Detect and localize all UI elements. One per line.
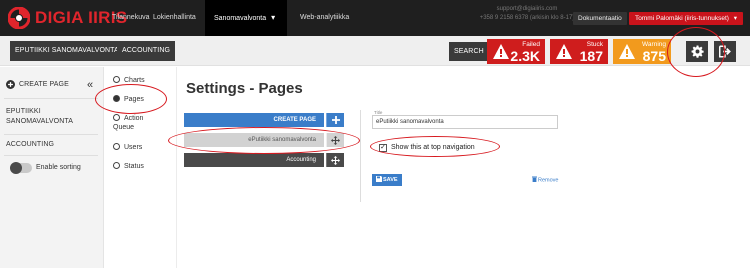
title-input[interactable]: ePutiikki sanomavalvonta	[372, 115, 558, 129]
radio-icon	[113, 143, 120, 150]
trash-icon	[532, 176, 537, 182]
support-info: support@digiaiiris.com +358 9 2158 6378 …	[470, 5, 584, 23]
sidebar-item-accounting[interactable]: ACCOUNTING	[6, 141, 54, 148]
radio-icon	[113, 162, 120, 169]
save-icon	[376, 175, 382, 182]
save-button[interactable]: SAVE	[372, 174, 402, 186]
warning-icon	[492, 43, 510, 60]
subnav-label: Charts	[124, 77, 145, 84]
nav-item-label: Sanomavalvonta	[214, 15, 267, 22]
collapse-sidebar-icon[interactable]: «	[87, 79, 93, 91]
nav-item-sanomavalvonta[interactable]: Sanomavalvonta ▾	[205, 0, 287, 36]
search-button[interactable]: SEARCH	[449, 42, 489, 61]
radio-icon	[113, 76, 120, 83]
enable-sorting-toggle[interactable]	[10, 162, 32, 174]
annotation-ellipse	[95, 84, 167, 114]
plus-circle-icon	[6, 80, 15, 89]
nav-item-lokienhallinta[interactable]: Lokienhallinta	[144, 0, 205, 36]
user-menu-button[interactable]: Tommi Palomäki (iiris-tunnukset) ▾	[629, 12, 743, 25]
page-row-label: CREATE PAGE	[184, 113, 324, 127]
warning-icon	[618, 43, 636, 60]
toolbar: EPUTIIKKI SANOMAVALVONTA ACCOUNTING SEAR…	[0, 36, 750, 66]
annotation-ellipse	[667, 27, 725, 77]
page-title: Settings - Pages	[186, 80, 303, 97]
alert-value: 187	[579, 48, 603, 64]
subnav-item-users[interactable]: Users	[113, 143, 142, 152]
annotation-ellipse	[168, 127, 360, 154]
app-root: DIGIA IIRIS Tilannekuva Lokienhallinta S…	[0, 0, 750, 268]
alert-warning[interactable]: Warning 875	[613, 39, 671, 64]
toggle-knob	[10, 162, 22, 174]
divider	[4, 98, 98, 99]
divider	[4, 155, 98, 156]
alert-value: 2.3K	[510, 48, 540, 64]
top-navigation-bar: DIGIA IIRIS Tilannekuva Lokienhallinta S…	[0, 0, 750, 36]
chevron-down-icon: ▾	[733, 15, 737, 22]
page-row-label: Accounting	[184, 153, 324, 167]
alert-value: 875	[642, 48, 666, 64]
enable-sorting-label: Enable sorting	[36, 164, 81, 171]
project-sidebar: CREATE PAGE « EPUTIIKKI SANOMAVALVONTA A…	[0, 67, 104, 268]
subnav-label: Status	[124, 163, 144, 170]
divider	[360, 110, 361, 202]
user-name: Tommi Palomäki (iiris-tunnukset)	[635, 15, 729, 22]
remove-link[interactable]: Remove	[532, 176, 558, 184]
warning-icon	[555, 43, 573, 60]
radio-icon	[113, 114, 120, 121]
subnav-label: Users	[124, 144, 143, 151]
support-phone: +358 9 2158 6378 (arkisin klo 8-17)	[479, 15, 575, 21]
move-icon[interactable]	[326, 153, 344, 167]
nav-item-web-analytiikka[interactable]: Web-analytiikka	[291, 0, 358, 36]
divider	[4, 134, 98, 135]
accounting-button[interactable]: ACCOUNTING	[117, 41, 176, 61]
create-page-link[interactable]: CREATE PAGE	[6, 80, 69, 89]
subnav-item-action-queue[interactable]: Action Queue	[113, 114, 163, 132]
subnav-item-status[interactable]: Status	[113, 162, 144, 171]
annotation-ellipse	[370, 136, 500, 157]
plus-icon[interactable]	[326, 113, 344, 127]
page-row-accounting[interactable]: Accounting	[184, 153, 344, 167]
alert-stuck[interactable]: Stuck 187	[550, 39, 608, 64]
remove-label: Remove	[538, 177, 559, 184]
sidebar-item-eputiikki[interactable]: EPUTIIKKI SANOMAVALVONTA	[6, 107, 96, 127]
create-page-label: CREATE PAGE	[19, 81, 69, 88]
save-label: SAVE	[383, 177, 398, 183]
chevron-down-icon: ▾	[271, 13, 276, 22]
alert-failed[interactable]: Failed 2.3K	[487, 39, 545, 64]
create-page-row[interactable]: CREATE PAGE	[184, 113, 344, 127]
support-email[interactable]: support@digiaiiris.com	[470, 5, 584, 14]
digia-logo-icon	[8, 7, 30, 29]
project-button[interactable]: EPUTIIKKI SANOMAVALVONTA	[10, 41, 124, 61]
documentation-button[interactable]: Dokumentaatio	[573, 12, 627, 25]
